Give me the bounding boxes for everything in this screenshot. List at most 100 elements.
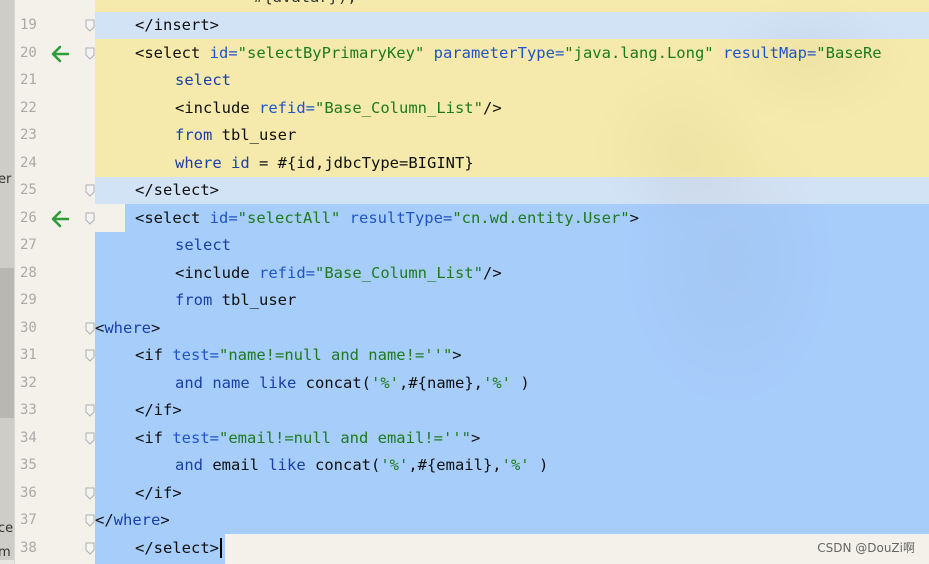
code-token: /> [482, 263, 502, 282]
code-line: 36 </if> [14, 480, 929, 508]
code-text: and email like concat('%',#{email},'%' ) [175, 452, 548, 480]
code-line: 29 from tbl_user [14, 287, 929, 315]
fold-marker-icon[interactable] [85, 47, 95, 60]
code-line: 31 <if test="name!=null and name!=''"> [14, 342, 929, 370]
line-number: 37 [20, 512, 37, 528]
code-token: "email!=null and email!=''" [219, 428, 471, 447]
code-token: '%' [380, 456, 409, 474]
code-token: > [629, 208, 639, 227]
code-token: concat( [296, 373, 371, 392]
code-token: "selectByPrimaryKey" [237, 43, 425, 62]
code-text: <include refid="Base_Column_List"/> [175, 95, 502, 123]
code-editor[interactable]: #{avatar}), 19</insert> 20 <select id="sel… [14, 0, 929, 564]
code-token: id [231, 153, 250, 172]
code-token: ,#{name}, [399, 373, 483, 392]
code-text: select [175, 67, 231, 95]
code-token: </select> [135, 538, 219, 557]
code-token: test= [172, 428, 219, 447]
fold-marker-icon[interactable] [85, 19, 95, 32]
line-number: 29 [20, 292, 37, 308]
code-token: and [175, 456, 203, 474]
fold-marker-icon[interactable] [85, 487, 95, 500]
code-token: like [259, 373, 297, 392]
code-text: </if> [135, 397, 182, 425]
code-text: </select> [135, 177, 219, 205]
code-token: <include [175, 98, 259, 117]
line-number: 35 [20, 457, 37, 473]
code-token: </if> [135, 401, 182, 419]
code-token: > [151, 318, 161, 337]
code-text: from tbl_user [175, 287, 296, 315]
line-number: 30 [20, 319, 37, 336]
fold-marker-icon[interactable] [85, 349, 95, 362]
line-number: 25 [20, 182, 37, 198]
code-token: where [113, 511, 161, 529]
code-token: resultMap= [722, 43, 817, 62]
code-token: /> [482, 98, 502, 117]
code-token: ,#{email}, [408, 456, 502, 474]
code-token: tbl_user [212, 126, 297, 144]
fold-marker-icon[interactable] [85, 184, 95, 197]
code-line: 24 where id = #{id,jdbcType=BIGINT} [14, 150, 929, 178]
code-line-partial: #{avatar}), [254, 0, 357, 12]
code-token: "Base_Column_List" [315, 263, 483, 282]
fold-marker-icon[interactable] [85, 322, 95, 335]
line-number: 38 [20, 539, 37, 556]
line-number: 36 [20, 484, 37, 501]
code-text: <select id="selectByPrimaryKey" paramete… [135, 40, 882, 68]
code-line: 34 <if test="email!=null and email!=''"> [14, 425, 929, 453]
code-token: select [175, 71, 231, 89]
fold-marker-icon[interactable] [85, 404, 95, 417]
code-line: 20 <select id="selectByPrimaryKey" parame… [14, 40, 929, 68]
tool-label: cel [0, 521, 14, 536]
code-token: from [175, 126, 213, 144]
code-token: "java.lang.Long" [564, 43, 714, 62]
code-token: "cn.wd.entity.User" [452, 208, 630, 227]
code-token: from [175, 291, 213, 309]
gutter-arrow-icon[interactable] [50, 209, 70, 229]
gutter-arrow-icon[interactable] [50, 44, 70, 64]
code-text: </select> [135, 535, 222, 563]
code-token: refid= [259, 98, 315, 117]
code-token: where [104, 318, 152, 337]
fold-marker-icon[interactable] [85, 542, 95, 555]
code-text: </if> [135, 480, 182, 508]
code-token: '%' [501, 456, 530, 474]
code-token: <select [135, 208, 210, 227]
fold-marker-icon[interactable] [85, 212, 95, 225]
code-token: concat( [305, 456, 381, 474]
code-token: </if> [135, 483, 182, 502]
line-number: 32 [20, 374, 37, 391]
code-token: "Base_Column_List" [315, 98, 483, 117]
code-token: and [175, 373, 203, 392]
code-text: </where> [95, 507, 170, 535]
code-line: 21 select [14, 67, 929, 95]
line-number: 20 [20, 44, 37, 61]
code-token: <select [135, 43, 210, 62]
code-token: select [175, 236, 231, 254]
tool-label: er [0, 172, 12, 187]
code-text: select [175, 232, 231, 260]
scroll-thumb[interactable] [0, 268, 14, 418]
csdn-watermark: CSDN @DouZi啊 [817, 541, 915, 555]
code-token: '%' [483, 373, 511, 392]
line-number: 26 [20, 209, 37, 226]
tool-label: m [0, 545, 11, 560]
code-line: 26 <select id="selectAll" resultType="cn.… [14, 205, 929, 233]
code-token: <if [135, 428, 173, 447]
code-line: 22 <include refid="Base_Column_List"/> [14, 95, 929, 123]
code-line: 19 </insert> [14, 12, 929, 40]
fold-marker-icon[interactable] [85, 514, 95, 527]
code-token: "name!=null and name!=''" [219, 346, 453, 364]
fold-marker-icon[interactable] [85, 432, 95, 445]
text-caret [220, 538, 222, 558]
code-text: from tbl_user [175, 122, 296, 150]
code-text: where id = #{id,jdbcType=BIGINT} [175, 150, 474, 178]
line-number: 19 [20, 17, 37, 33]
code-token: where [175, 153, 222, 172]
code-line: 38 </select> [14, 535, 929, 563]
